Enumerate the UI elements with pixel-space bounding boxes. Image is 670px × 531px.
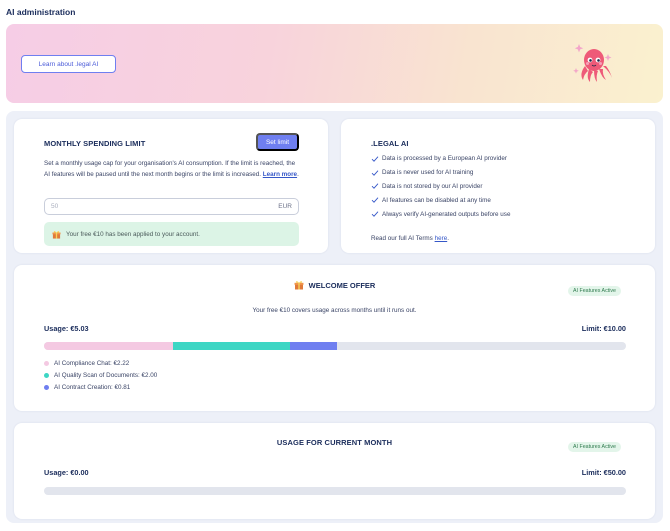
status-badge: AI Features Active [568, 442, 621, 452]
list-item: AI features can be disabled at any time [371, 193, 510, 207]
limit-input-placeholder: 50 [51, 203, 59, 210]
spending-limit-input[interactable]: 50 EUR [44, 198, 299, 215]
monthly-spending-limit-card: MONTHLY SPENDING LIMIT Set limit Set a m… [14, 119, 328, 253]
legal-ai-feature-list: Data is processed by a European AI provi… [371, 152, 510, 221]
learn-about-legal-ai-button[interactable]: Learn about .legal AI [21, 55, 116, 73]
checkmark-icon [371, 211, 379, 217]
octopus-mascot-icon [573, 44, 612, 82]
usage-bar-segment [289, 342, 337, 350]
current-month-usage-card: USAGE FOR CURRENT MONTH AI Features Acti… [14, 423, 655, 519]
legend-dot [44, 384, 49, 390]
card-title: USAGE FOR CURRENT MONTH [276, 438, 393, 447]
card-title: .LEGAL AI [371, 139, 409, 148]
set-limit-button[interactable]: Set limit [256, 133, 299, 151]
limit-label: Limit: €10.00 [581, 324, 626, 333]
ai-terms-text: Read our full AI Terms here. [371, 235, 449, 242]
list-item: Data is never used for AI training [371, 166, 510, 180]
checkmark-icon [371, 156, 379, 162]
list-item: AI Quality Scan of Documents: €2.00 [44, 370, 157, 382]
learn-more-link[interactable]: Learn more [263, 171, 297, 178]
list-item: AI Contract Creation: €0.81 [44, 382, 157, 394]
list-item: AI Compliance Chat: €2.22 [44, 358, 157, 370]
usage-label: Usage: €0.00 [44, 468, 89, 477]
list-item: Data is not stored by our AI provider [371, 180, 510, 194]
free-credit-applied-notice: Your free €10 has been applied to your a… [44, 222, 299, 246]
legal-ai-card: .LEGAL AI Data is processed by a Europea… [341, 119, 655, 253]
legend-dot [44, 373, 49, 379]
banner: Learn about .legal AI [6, 24, 663, 103]
usage-breakdown-legend: AI Compliance Chat: €2.22 AI Quality Sca… [44, 358, 157, 393]
content-panel: MONTHLY SPENDING LIMIT Set limit Set a m… [6, 111, 663, 523]
limit-label: Limit: €50.00 [581, 468, 626, 477]
usage-bar-segment [44, 342, 174, 350]
currency-label: EUR [278, 203, 292, 210]
page-title: AI administration [6, 7, 76, 17]
welcome-usage-bar [44, 342, 626, 350]
welcome-offer-card: WELCOME OFFER AI Features Active Your fr… [14, 265, 655, 411]
checkmark-icon [371, 197, 379, 204]
usage-bar-segment [173, 342, 290, 350]
ai-terms-link[interactable]: here [435, 235, 448, 242]
current-month-usage-bar [44, 487, 626, 495]
list-item: Always verify AI-generated outputs befor… [371, 207, 510, 221]
usage-label: Usage: €5.03 [44, 324, 89, 333]
status-badge: AI Features Active [568, 286, 621, 296]
spending-limit-description: Set a monthly usage cap for your organis… [44, 160, 299, 178]
list-item: Data is processed by a European AI provi… [371, 152, 510, 166]
welcome-offer-subtitle: Your free €10 covers usage across months… [252, 307, 417, 314]
applied-message: Your free €10 has been applied to your a… [66, 230, 200, 238]
legend-dot [44, 361, 49, 367]
checkmark-icon [371, 183, 379, 190]
card-title: MONTHLY SPENDING LIMIT [44, 139, 146, 148]
card-title: WELCOME OFFER [308, 280, 376, 290]
gift-icon [52, 230, 61, 239]
checkmark-icon [371, 170, 379, 176]
gift-icon [294, 281, 304, 290]
welcome-offer-heading: WELCOME OFFER [14, 280, 655, 290]
